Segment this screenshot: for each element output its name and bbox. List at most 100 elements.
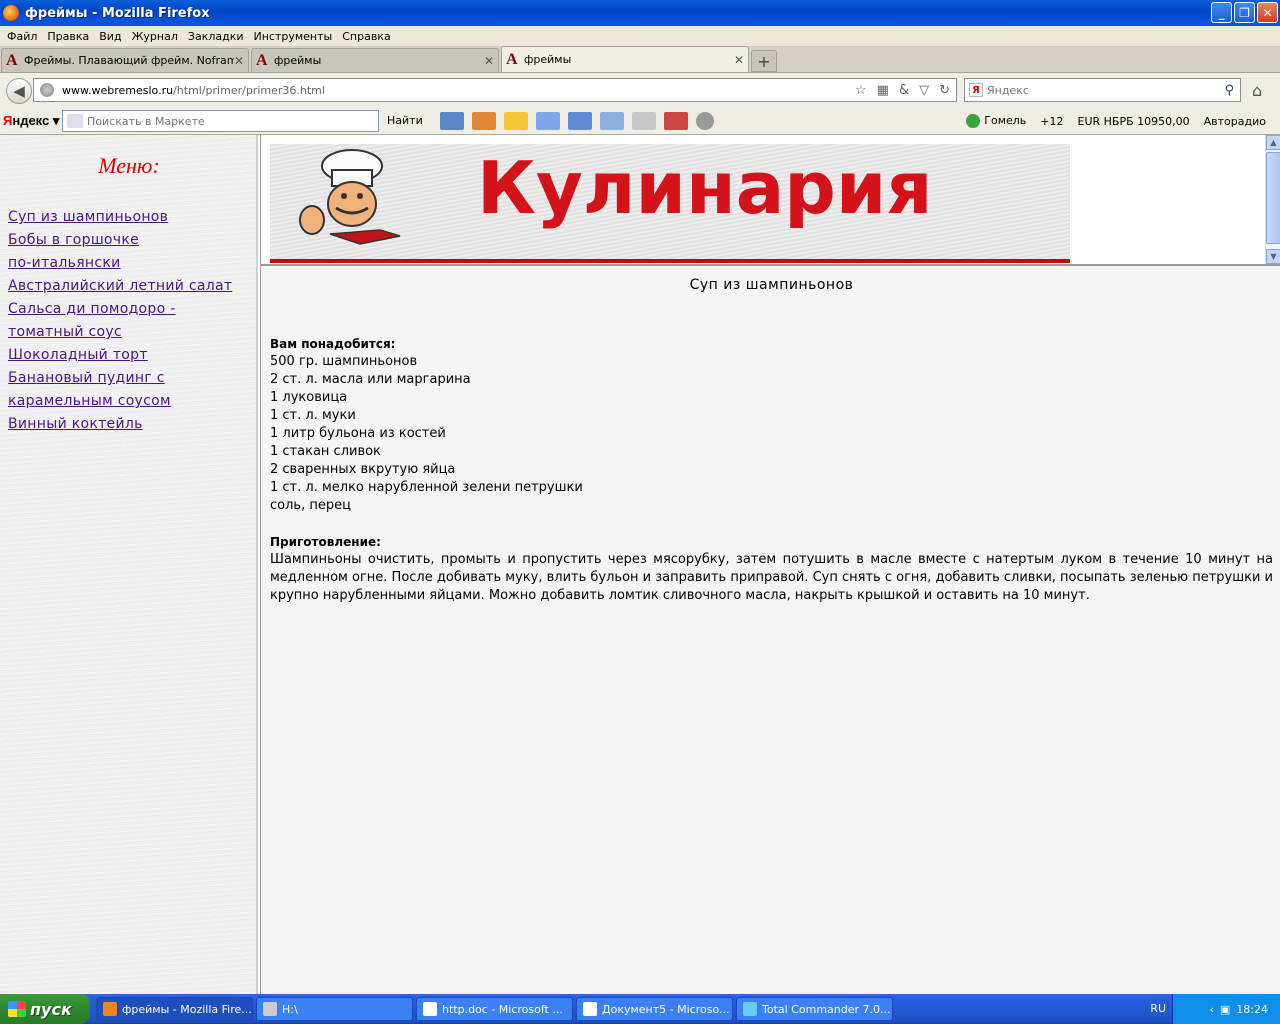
restore-button[interactable]: ❐ <box>1234 2 1255 23</box>
search-input[interactable] <box>987 83 1225 97</box>
translate-icon[interactable]: ▦ <box>877 83 889 98</box>
ampersand-icon[interactable]: & <box>899 83 909 98</box>
market-search-field[interactable] <box>62 110 379 132</box>
bookmarks-icon[interactable] <box>472 112 496 130</box>
menu-link[interactable]: Шоколадный торт <box>8 347 148 363</box>
tab-close-icon[interactable]: ✕ <box>484 54 494 68</box>
menu-help[interactable]: Справка <box>337 30 395 43</box>
comments-icon[interactable] <box>632 112 656 130</box>
menu-link[interactable]: карамельным соусом <box>8 393 171 409</box>
weather-widget[interactable]: +12 <box>1040 115 1063 128</box>
taskbar-item-word-2[interactable]: Документ5 - Microso... <box>576 997 733 1021</box>
ingredient-line: соль, перец <box>270 498 351 513</box>
ingredient-line: 1 ст. л. муки <box>270 408 356 423</box>
list-item: томатный соус <box>8 321 253 344</box>
recipe-article: Суп из шампиньонов Вам понадобится: 500 … <box>270 277 1273 605</box>
windows-logo-icon <box>8 1001 26 1017</box>
radio-widget[interactable]: Авторадио <box>1204 115 1266 128</box>
tab-label: фреймы <box>524 53 572 66</box>
taskbar-item-drive[interactable]: H:\ <box>256 997 413 1021</box>
taskbar-item-word-1[interactable]: http.doc - Microsoft ... <box>416 997 573 1021</box>
scroll-up-icon[interactable]: ▲ <box>1266 135 1280 150</box>
location-icon <box>966 114 981 128</box>
menu-history[interactable]: Журнал <box>127 30 183 43</box>
start-button[interactable]: пуск <box>0 994 90 1024</box>
arrow-left-icon: ◀ <box>13 81 25 100</box>
clock: 18:24 <box>1236 1002 1268 1016</box>
tab-1[interactable]: A Фреймы. Плавающий фрейм. Noframes... ✕ <box>1 48 249 72</box>
taskbar-items: фреймы - Mozilla Fire... H:\ http.doc - … <box>96 997 893 1021</box>
menu-link[interactable]: томатный соус <box>8 324 122 340</box>
network-icon[interactable]: ▣ <box>1220 1003 1230 1016</box>
ingredient-line: 1 литр бульона из костей <box>270 426 446 441</box>
menu-link[interactable]: Винный коктейль <box>8 416 143 432</box>
tab-close-icon[interactable]: ✕ <box>234 54 244 68</box>
url-path: /html/primer/primer36.html <box>173 83 325 97</box>
banner-title: Кулинария <box>477 146 933 230</box>
reload-icon[interactable]: ↻ <box>939 83 950 98</box>
gear-icon[interactable] <box>696 112 714 130</box>
menu-bookmarks[interactable]: Закладки <box>183 30 249 43</box>
address-bar[interactable]: www.webremeslo.ru/html/primer/primer36.h… <box>33 78 957 102</box>
translate-tool-icon[interactable] <box>568 112 592 130</box>
menu-edit[interactable]: Правка <box>42 30 94 43</box>
list-item: по-итальянски <box>8 252 253 275</box>
navigation-bar: ◀ www.webremeslo.ru/html/primer/primer36… <box>0 73 1280 108</box>
scroll-down-icon[interactable]: ▼ <box>1266 249 1280 264</box>
market-search-input[interactable] <box>87 114 378 128</box>
scroll-thumb[interactable] <box>1266 152 1280 244</box>
chef-illustration <box>299 149 401 245</box>
tab-3-active[interactable]: A фреймы ✕ <box>501 46 749 72</box>
menu-link[interactable]: по-итальянски <box>8 255 121 271</box>
taskbar-item-firefox[interactable]: фреймы - Mozilla Fire... <box>96 997 253 1021</box>
list-item: Австралийский летний салат <box>8 275 253 298</box>
favorites-star-icon[interactable] <box>504 112 528 130</box>
dropdown-icon[interactable]: ▽ <box>919 83 929 98</box>
menu-view[interactable]: Вид <box>94 30 126 43</box>
spellcheck-icon[interactable] <box>536 112 560 130</box>
find-button[interactable]: Найти <box>387 114 423 127</box>
list-item: Банановый пудинг с <box>8 367 253 390</box>
ingredient-line: 1 стакан сливок <box>270 444 381 459</box>
menu-link[interactable]: Суп из шампиньонов <box>8 209 168 225</box>
tab-close-icon[interactable]: ✕ <box>734 53 744 67</box>
new-tab-button[interactable]: + <box>751 50 777 72</box>
close-button[interactable]: ✕ <box>1257 2 1278 23</box>
minimize-button[interactable]: _ <box>1211 2 1232 23</box>
menu-link[interactable]: Сальса ди помодоро - <box>8 301 176 317</box>
menu-title: Меню: <box>98 153 160 178</box>
window-controls: _ ❐ ✕ <box>1211 2 1278 23</box>
yandex-logo[interactable]: Яндекс ▾ <box>3 113 59 129</box>
back-button[interactable]: ◀ <box>6 77 32 104</box>
word-icon <box>423 1002 437 1016</box>
tab-2[interactable]: A фреймы ✕ <box>251 48 499 72</box>
yandex-search-logo-icon: Я <box>969 83 983 97</box>
currency-widget[interactable]: EUR НБРБ 10950,00 <box>1078 115 1190 128</box>
menu-tools[interactable]: Инструменты <box>249 30 338 43</box>
search-icon[interactable]: ⚲ <box>1224 83 1234 98</box>
right-frame: Кулинария ▲ ▼ Суп из шампиньонов Вам пон… <box>260 135 1280 994</box>
site-favicon-icon: A <box>506 50 518 68</box>
menu-link[interactable]: Австралийский летний салат <box>8 278 232 294</box>
search-bar[interactable]: Я ⚲ <box>964 78 1241 102</box>
ingredient-line: 1 ст. л. мелко нарубленной зелени петруш… <box>270 480 583 495</box>
city-widget[interactable]: Гомель <box>966 114 1026 128</box>
tray-expand-icon[interactable]: ‹ <box>1209 1003 1213 1016</box>
ingredient-line: 2 сваренных вкрутую яйца <box>270 462 456 477</box>
taskbar-item-total-commander[interactable]: Total Commander 7.0... <box>736 997 893 1021</box>
mail-icon[interactable] <box>440 112 464 130</box>
window-titlebar[interactable]: фреймы - Mozilla Firefox _ ❐ ✕ <box>0 0 1280 26</box>
menu-file[interactable]: Файл <box>2 30 42 43</box>
bookmark-star-icon[interactable]: ☆ <box>855 83 867 98</box>
cube-icon[interactable] <box>664 112 688 130</box>
menu-link[interactable]: Бобы в горшочке <box>8 232 139 248</box>
home-icon[interactable]: ⌂ <box>1252 81 1262 100</box>
dictionary-icon[interactable] <box>600 112 624 130</box>
header-scrollbar[interactable]: ▲ ▼ <box>1265 135 1280 264</box>
site-favicon-icon: A <box>256 51 268 69</box>
language-indicator[interactable]: RU <box>1150 1002 1166 1015</box>
menu-link[interactable]: Банановый пудинг с <box>8 370 165 386</box>
url-icons: ☆ ▦ & ▽ ↻ <box>855 83 950 98</box>
tab-label: фреймы <box>274 54 322 67</box>
window-title: фреймы - Mozilla Firefox <box>25 5 210 21</box>
